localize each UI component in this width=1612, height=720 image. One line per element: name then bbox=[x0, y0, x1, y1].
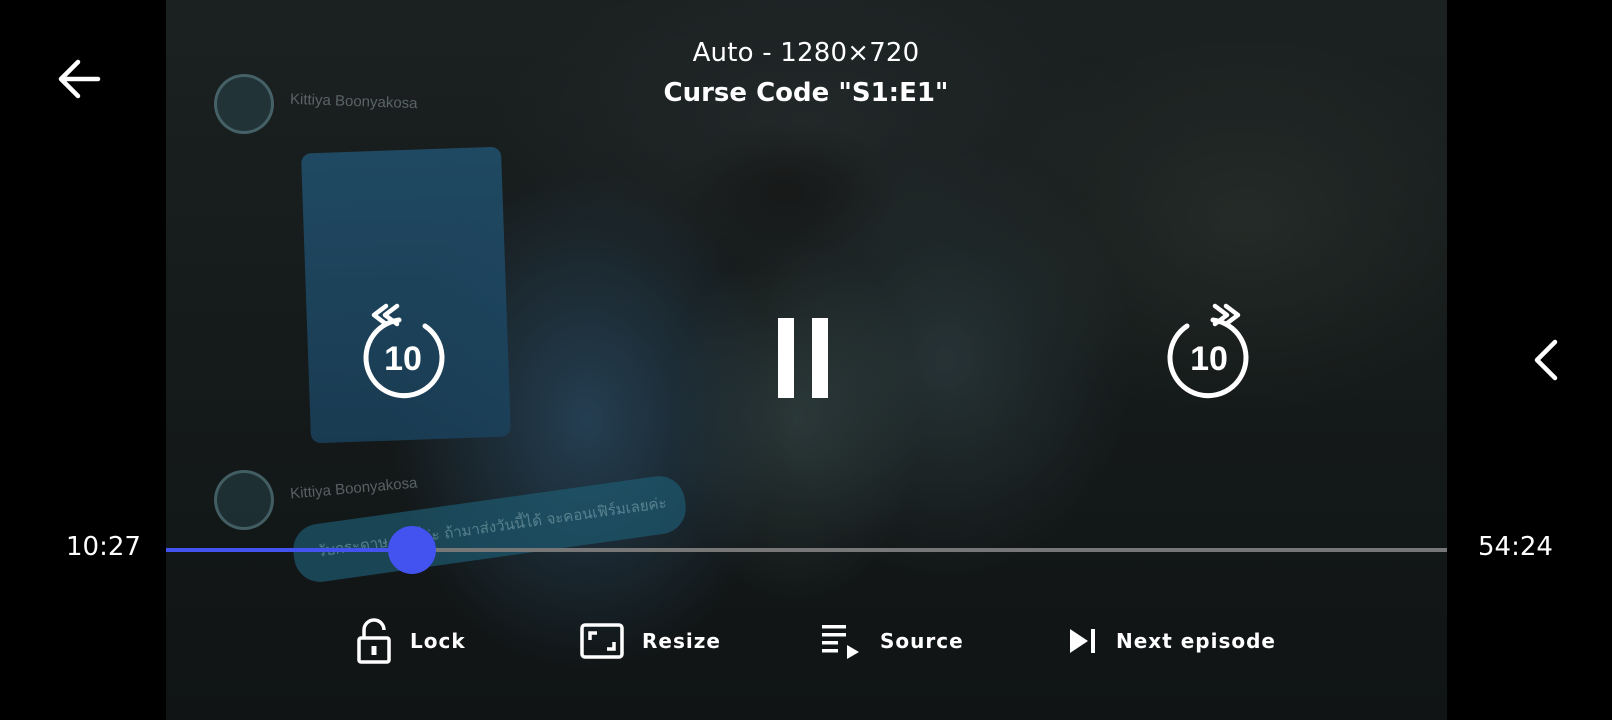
source-label: Source bbox=[880, 629, 964, 653]
forward-button[interactable]: 10 bbox=[1161, 302, 1257, 402]
pause-button[interactable] bbox=[774, 318, 834, 398]
forward-seconds: 10 bbox=[1190, 340, 1228, 378]
arrow-left-icon bbox=[58, 59, 101, 99]
rewind-button[interactable]: 10 bbox=[355, 302, 451, 402]
unlock-icon bbox=[357, 618, 391, 664]
resize-label: Resize bbox=[642, 629, 721, 653]
pause-icon bbox=[778, 318, 828, 398]
quality-label: Auto - 1280×720 bbox=[692, 38, 920, 68]
current-time: 10:27 bbox=[66, 532, 141, 562]
source-button[interactable]: Source bbox=[820, 616, 964, 666]
side-panel-button[interactable] bbox=[1525, 330, 1565, 390]
total-time: 54:24 bbox=[1478, 532, 1553, 562]
resize-icon bbox=[580, 623, 624, 659]
rewind-seconds: 10 bbox=[384, 340, 422, 378]
lock-label: Lock bbox=[410, 629, 466, 653]
chevron-left-icon bbox=[1534, 339, 1558, 381]
playlist-icon bbox=[822, 625, 859, 659]
resize-button[interactable]: Resize bbox=[580, 616, 721, 666]
next-episode-label: Next episode bbox=[1116, 629, 1276, 653]
next-episode-button[interactable]: Next episode bbox=[1068, 616, 1276, 666]
seekbar[interactable] bbox=[166, 526, 1447, 574]
back-button[interactable] bbox=[52, 52, 106, 106]
seekbar-thumb[interactable] bbox=[387, 526, 436, 574]
lock-button[interactable]: Lock bbox=[356, 616, 466, 666]
seekbar-progress bbox=[166, 548, 412, 552]
episode-title: Curse Code "S1:E1" bbox=[663, 78, 949, 108]
skip-next-icon bbox=[1070, 629, 1095, 653]
